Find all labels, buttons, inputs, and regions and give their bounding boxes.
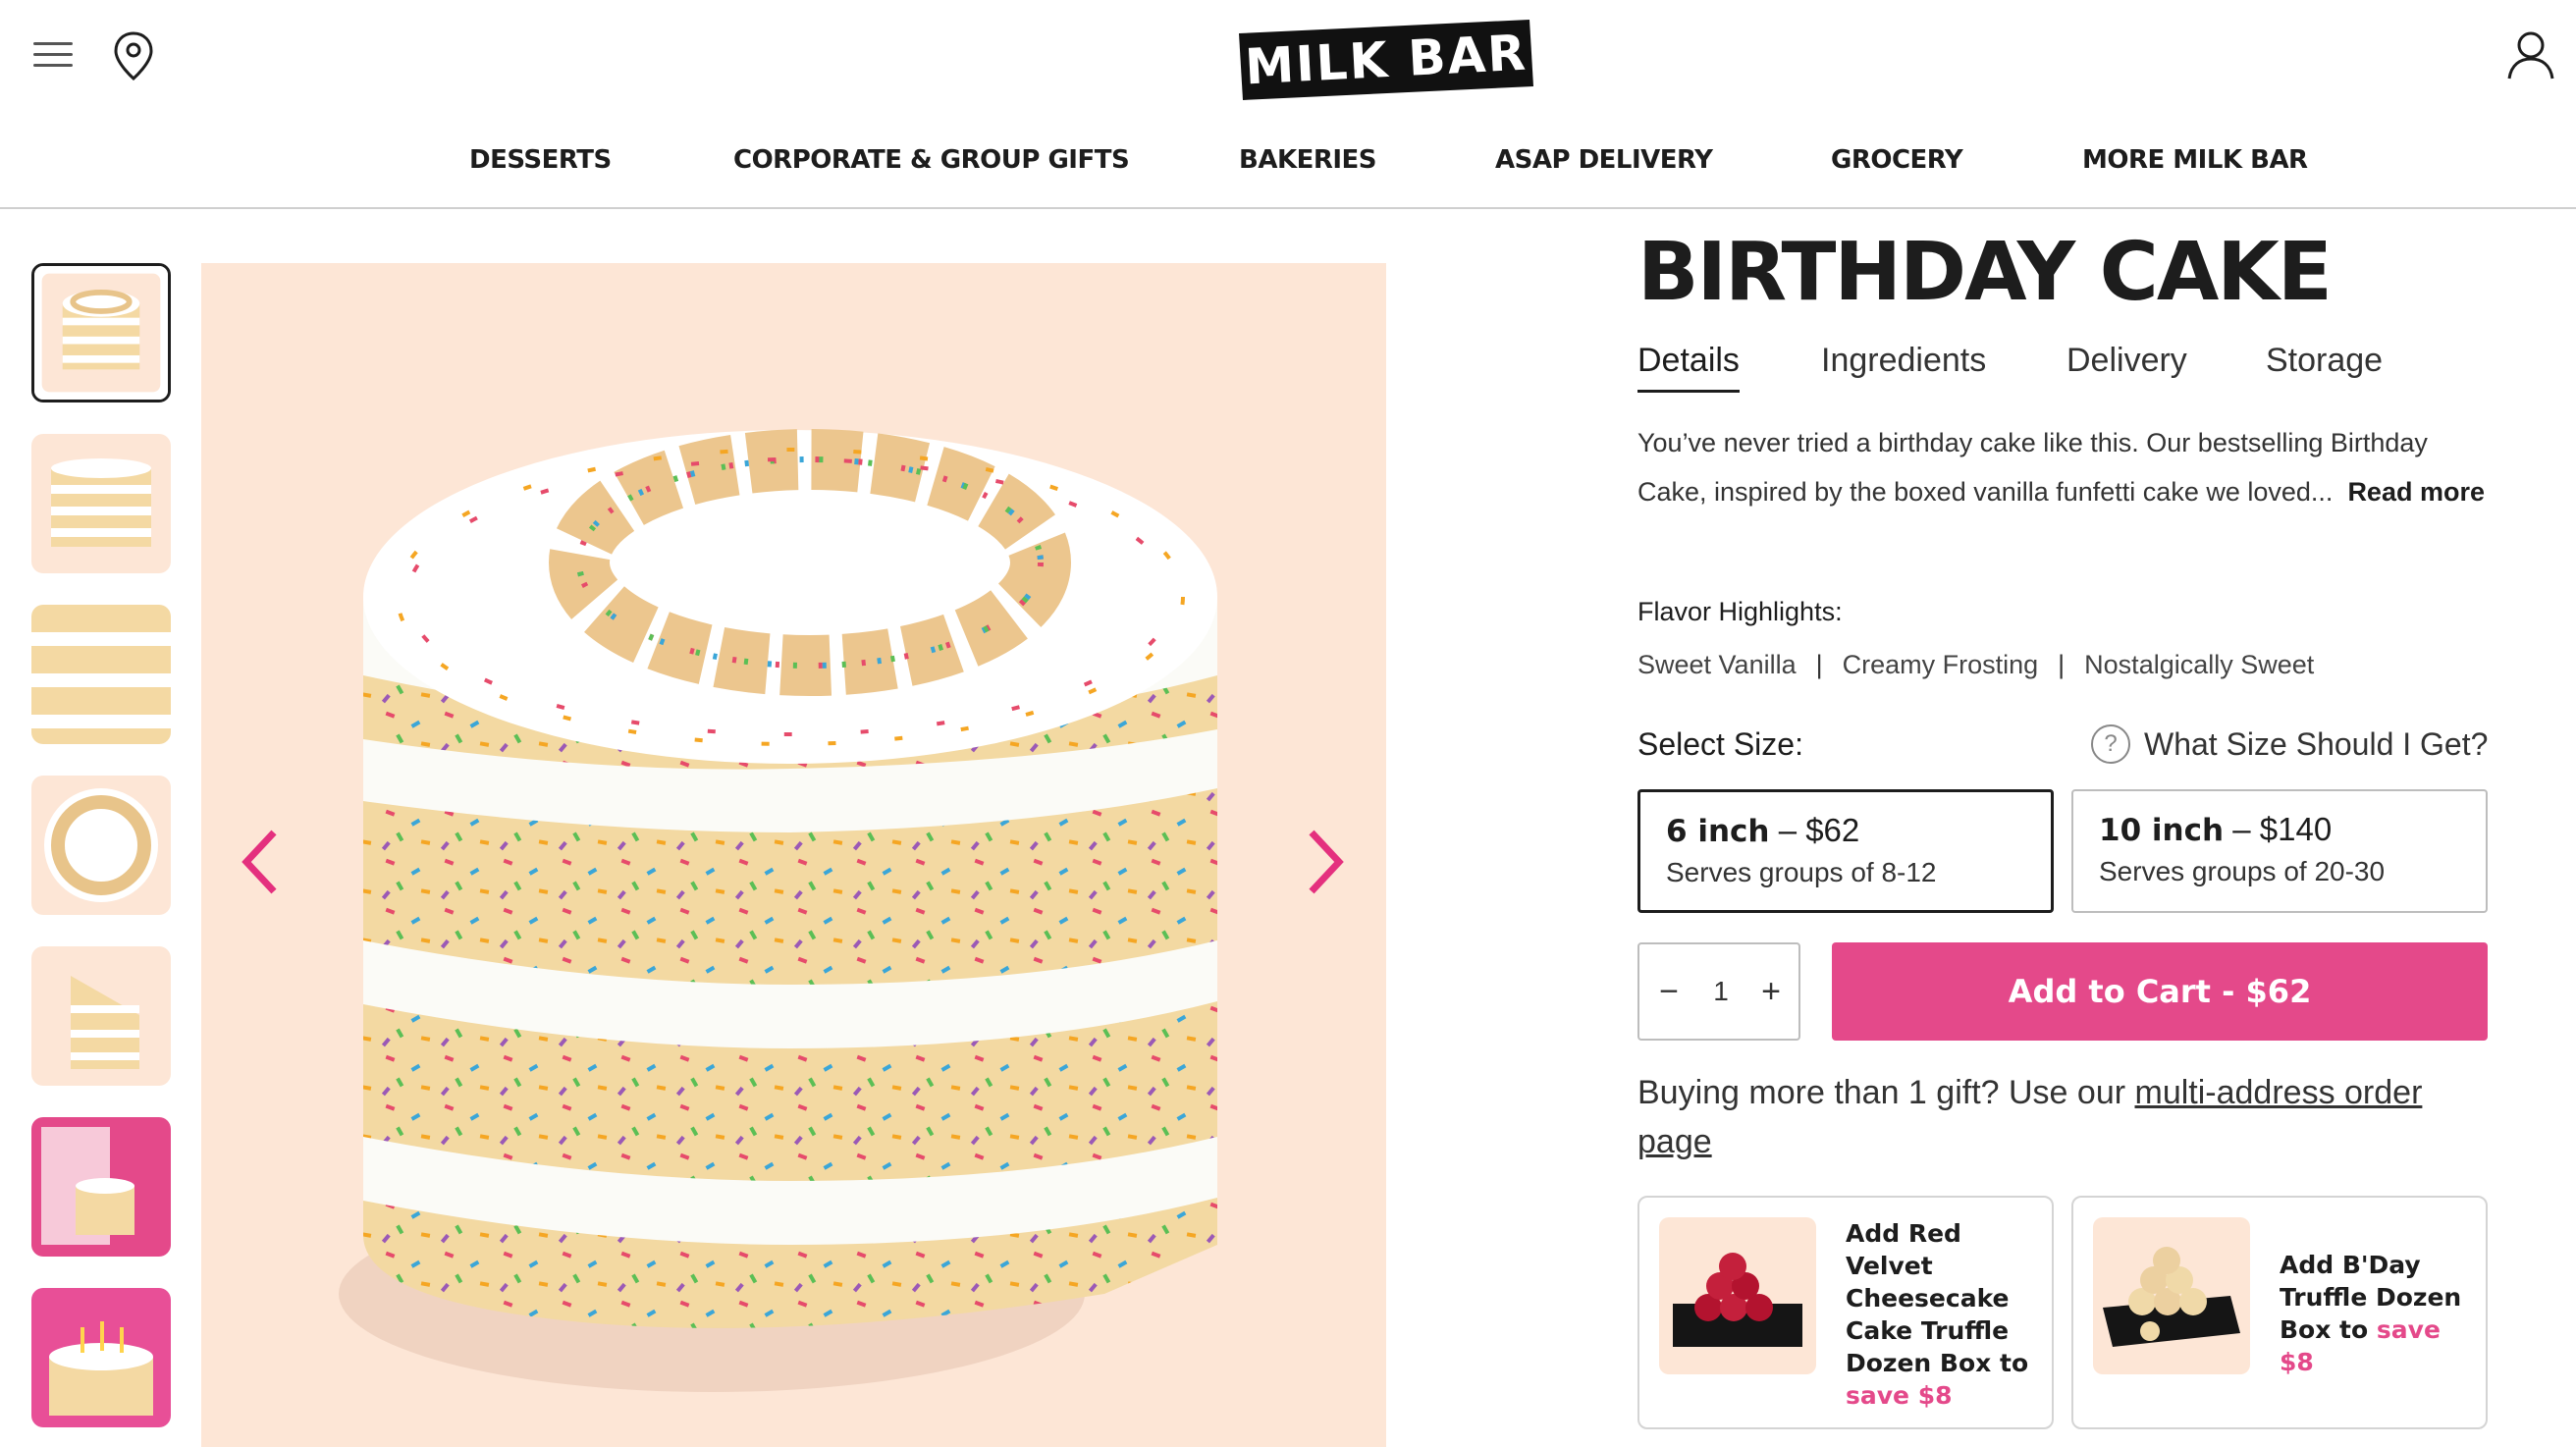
product-hero-image (201, 263, 1386, 1447)
size-serves: Serves groups of 8-12 (1666, 857, 1937, 887)
size-price: – $62 (1778, 812, 1860, 848)
tab-ingredients[interactable]: Ingredients (1821, 342, 1986, 380)
thumbnail-3[interactable] (31, 605, 171, 744)
tab-delivery[interactable]: Delivery (2066, 342, 2187, 380)
red-velvet-truffles-image (1659, 1217, 1816, 1374)
upsell-text: Add B'Day Truffle Dozen Box to save $8 (2280, 1249, 2476, 1378)
menu-icon[interactable] (33, 39, 75, 71)
location-pin-icon[interactable] (106, 27, 161, 86)
select-size-label: Select Size: (1637, 726, 1803, 762)
next-image-button[interactable] (1296, 823, 1355, 901)
size-option-6-inch[interactable]: 6 inch – $62 Serves groups of 8-12 (1637, 789, 2054, 913)
nav-asap-delivery[interactable]: ASAP DELIVERY (1495, 145, 1713, 175)
user-icon[interactable] (2503, 27, 2558, 82)
upsell-red-velvet-truffles[interactable]: Add Red Velvet Cheesecake Cake Truffle D… (1637, 1196, 2054, 1429)
site-header: MILK BAR DESSERTS CORPORATE & GROUP GIFT… (0, 0, 2576, 209)
milk-bar-logo[interactable]: MILK BAR (1239, 20, 1533, 100)
gift-text: Buying more than 1 gift? Use our (1637, 1074, 2135, 1111)
upsell-text: Add Red Velvet Cheesecake Cake Truffle D… (1846, 1217, 2042, 1412)
nav-corporate-group-gifts[interactable]: CORPORATE & GROUP GIFTS (733, 145, 1130, 175)
nav-desserts[interactable]: DESSERTS (469, 145, 612, 175)
tab-storage[interactable]: Storage (2266, 342, 2383, 380)
upsell-bday-truffles[interactable]: Add B'Day Truffle Dozen Box to save $8 (2071, 1196, 2488, 1429)
thumbnail-1[interactable] (31, 263, 171, 402)
increase-quantity-button[interactable]: + (1753, 972, 1789, 1011)
thumbnail-5[interactable] (31, 946, 171, 1086)
chevron-left-icon (242, 830, 277, 894)
flavor-separator: | (1815, 650, 1823, 679)
thumbnail-4[interactable] (31, 776, 171, 915)
birthday-cake-image (339, 429, 1217, 1392)
question-circle-icon: ? (2091, 724, 2130, 764)
description-text: You’ve never tried a birthday cake like … (1637, 428, 2428, 507)
size-name: 10 inch (2099, 813, 2225, 848)
chevron-right-icon (1309, 830, 1344, 894)
flavor-item: Sweet Vanilla (1637, 650, 1797, 679)
size-guide-text: What Size Should I Get? (2144, 725, 2489, 762)
logo-text: MILK BAR (1243, 24, 1530, 96)
prev-image-button[interactable] (231, 823, 290, 901)
thumbnail-2[interactable] (31, 434, 171, 573)
add-to-cart-button[interactable]: Add to Cart - $62 (1832, 942, 2488, 1041)
thumbnail-7[interactable] (31, 1288, 171, 1427)
multi-address-note: Buying more than 1 gift? Use our multi-a… (1637, 1068, 2488, 1166)
decrease-quantity-button[interactable]: − (1651, 972, 1687, 1011)
size-name: 6 inch (1666, 814, 1770, 849)
flavor-highlights: Sweet Vanilla | Creamy Frosting | Nostalgica… (1637, 650, 2314, 680)
nav-more-milk-bar[interactable]: MORE MILK BAR (2082, 145, 2308, 175)
upsell-savings: save $8 (1846, 1381, 1953, 1410)
size-serves: Serves groups of 20-30 (2099, 856, 2386, 886)
quantity-input[interactable] (1704, 972, 1738, 1011)
flavor-separator: | (2058, 650, 2066, 679)
read-more-link[interactable]: Read more (2347, 477, 2485, 507)
thumbnail-6[interactable] (31, 1117, 171, 1257)
main-nav: DESSERTS CORPORATE & GROUP GIFTS BAKERIE… (0, 137, 2576, 192)
flavor-highlights-label: Flavor Highlights: (1637, 597, 1843, 626)
size-guide-link[interactable]: ? What Size Should I Get? (2091, 724, 2488, 764)
nav-bakeries[interactable]: BAKERIES (1239, 145, 1377, 175)
flavor-item: Creamy Frosting (1842, 650, 2039, 679)
upsell-title: Add Red Velvet Cheesecake Cake Truffle D… (1846, 1219, 2029, 1377)
size-option-10-inch[interactable]: 10 inch – $140 Serves groups of 20-30 (2071, 789, 2488, 913)
quantity-stepper: − + (1637, 942, 1800, 1041)
flavor-item: Nostalgically Sweet (2084, 650, 2315, 679)
bday-truffles-image (2093, 1217, 2250, 1374)
product-description: You’ve never tried a birthday cake like … (1637, 418, 2488, 516)
tab-details[interactable]: Details (1637, 342, 1740, 393)
size-price: – $140 (2232, 811, 2333, 847)
nav-grocery[interactable]: GROCERY (1831, 145, 1963, 175)
product-title: BIRTHDAY CAKE (1637, 226, 2333, 319)
